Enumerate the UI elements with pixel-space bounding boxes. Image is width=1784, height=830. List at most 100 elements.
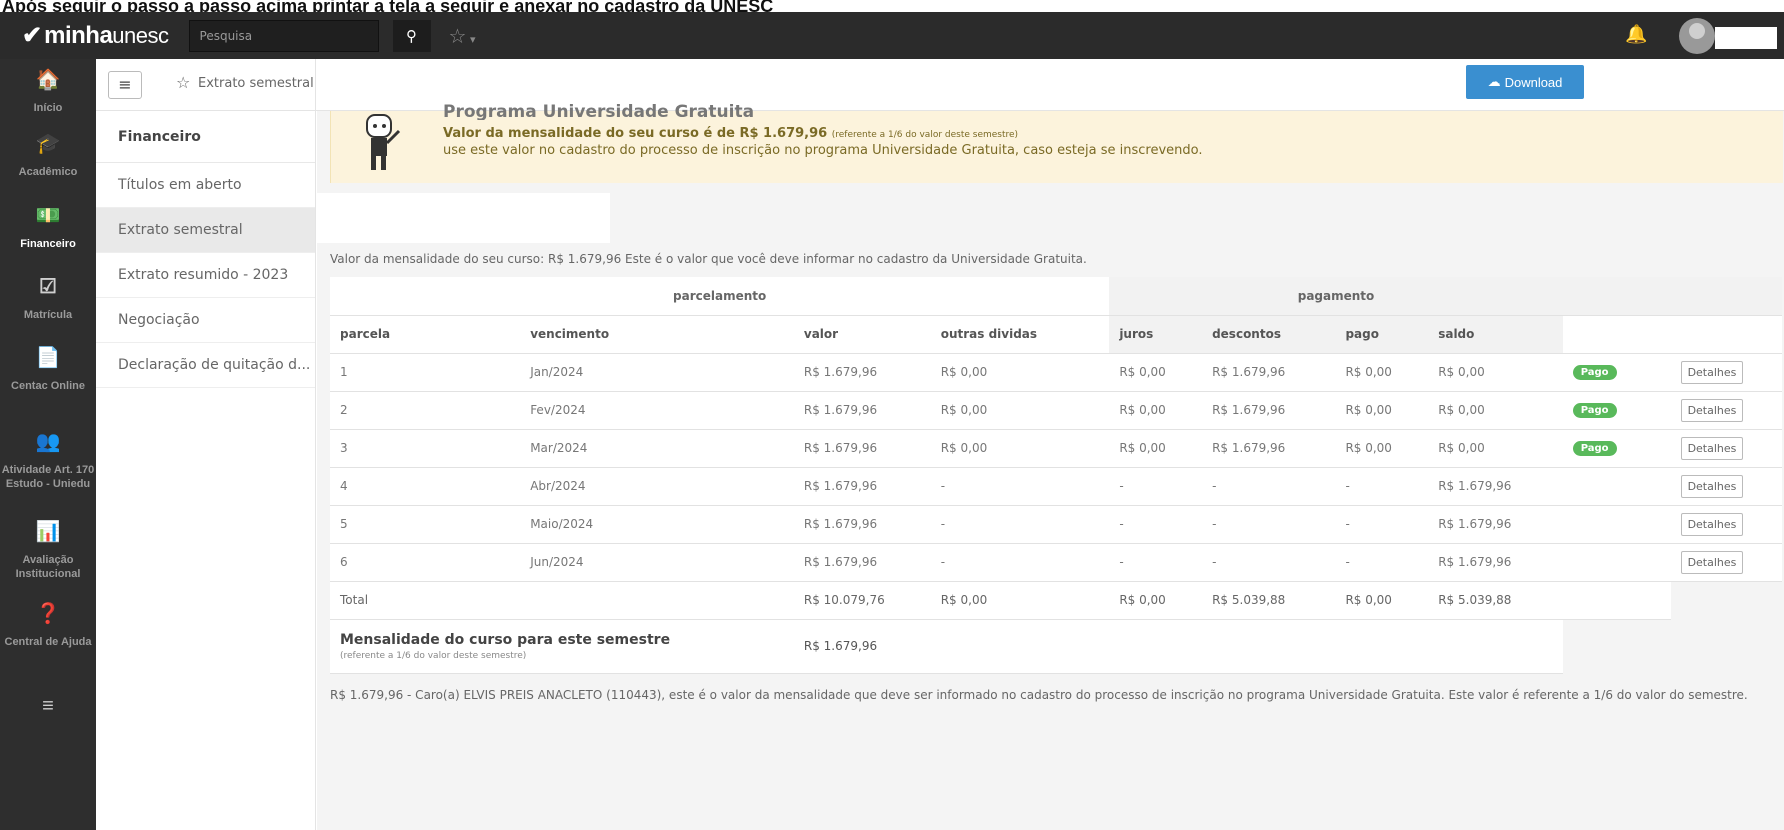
cell-pago: - — [1335, 505, 1429, 544]
table-row: 3 Mar/2024 R$ 1.679,96 R$ 0,00 R$ 0,00 R$ 1.6… — [330, 429, 1782, 468]
cell-status — [1562, 543, 1671, 582]
mensalidade-empty-cell — [1670, 619, 1782, 673]
table-row: 1 Jan/2024 R$ 1.679,96 R$ 0,00 R$ 0,00 R$ 1.6… — [330, 353, 1782, 392]
nav-item-label: Avaliação Institucional — [15, 554, 81, 580]
mensalidade-label: Mensalidade do curso para este semestre — [340, 631, 671, 648]
column-header: pago — [1335, 315, 1429, 354]
mensalidade-empty-cell — [1562, 619, 1671, 673]
search-button[interactable]: ⚲ — [392, 19, 431, 52]
total-cell: R$ 0,00 — [1335, 581, 1429, 620]
search-icon: ⚲ — [406, 26, 418, 45]
status-badge: Pago — [1572, 365, 1617, 380]
cell-pago: - — [1335, 543, 1429, 582]
favorites-dropdown[interactable]: ☆ ▾ — [449, 24, 476, 48]
total-cell: R$ 0,00 — [1109, 581, 1203, 620]
table-row: 4 Abr/2024 R$ 1.679,96- - - - R$ 1.679,96 Detal… — [330, 467, 1782, 506]
column-header: vencimento — [520, 315, 794, 354]
logo-rest-text: unesc — [112, 22, 169, 48]
question-icon: ❓ — [35, 603, 61, 625]
cell-descontos: - — [1202, 543, 1336, 582]
column-header-empty — [1670, 315, 1782, 354]
cell-juros: R$ 0,00 — [1109, 391, 1203, 430]
group-spacer — [1670, 277, 1782, 316]
status-badge: Pago — [1572, 441, 1617, 456]
mascot-icon — [366, 114, 401, 170]
cell-action: Detalhes — [1670, 429, 1782, 468]
cell-status: Pago — [1562, 429, 1671, 468]
info-line: Valor da mensalidade do seu curso: R$ 1.… — [330, 252, 1087, 266]
left-nav: 🏠 Início 🎓 Acadêmico 💵 Financeiro ☑ Matrícula 📄 C… — [0, 59, 96, 830]
nav-item-label: Atividade Art. 170 Estudo - Uniedu — [1, 464, 95, 490]
submenu-item[interactable]: Declaração de quitação d... — [96, 343, 315, 388]
cell-parcela: 5 — [330, 505, 521, 544]
detalhes-button[interactable]: Detalhes — [1680, 436, 1744, 460]
cell-parcela: 1 — [330, 353, 521, 392]
banner-value-note: (referente a 1/6 do valor deste semestre… — [831, 130, 1019, 140]
cell-valor: R$ 1.679,96 — [793, 467, 931, 506]
total-row: Total R$ 10.079,76 R$ 0,00 R$ 0,00 R$ 5.039,… — [330, 581, 1782, 620]
banner-instruction: use este valor no cadastro do processo d… — [443, 143, 1203, 158]
column-header: descontos — [1202, 315, 1336, 354]
download-button[interactable]: ☁ Download — [1466, 65, 1584, 99]
mensalidade-note: (referente a 1/6 do valor deste semestre… — [340, 650, 527, 661]
nav-item-central[interactable]: ❓ Central de Ajuda — [0, 603, 96, 649]
banner-title: Programa Universidade Gratuita — [443, 102, 755, 120]
notification-bell-icon[interactable]: 🔔 — [1625, 24, 1647, 45]
submenu-item[interactable]: Extrato resumido - 2023 — [96, 253, 315, 298]
detalhes-button[interactable]: Detalhes — [1680, 398, 1744, 422]
blank-panel — [317, 193, 610, 243]
hamburger-button[interactable]: ≡ — [108, 70, 142, 99]
submenu-item[interactable]: Negociação — [96, 298, 315, 343]
cell-status: Pago — [1562, 353, 1671, 392]
money-icon: 💵 — [35, 205, 61, 227]
user-name-box[interactable] — [1715, 27, 1777, 49]
nav-item-label: Início — [33, 102, 63, 114]
nav-item-financeiro[interactable]: 💵 Financeiro — [0, 205, 96, 251]
nav-item-atividade[interactable]: 👥 Atividade Art. 170 Estudo - Uniedu — [0, 431, 96, 491]
users-icon: 👥 — [35, 431, 61, 453]
detalhes-button[interactable]: Detalhes — [1680, 550, 1744, 574]
search-input[interactable]: Pesquisa — [188, 19, 379, 52]
nav-item-academico[interactable]: 🎓 Acadêmico — [0, 134, 96, 179]
submenu-item[interactable]: Extrato semestral — [96, 208, 315, 253]
total-cell — [1670, 581, 1782, 619]
mensalidade-empty-cell — [1428, 619, 1563, 674]
nav-item-label: Acadêmico — [18, 166, 78, 178]
table-header-row: parcela vencimento valor outras dividas juro… — [330, 315, 1782, 354]
cell-valor: R$ 1.679,96 — [793, 505, 931, 544]
cell-vencimento: Jan/2024 — [520, 353, 794, 392]
avatar[interactable] — [1679, 18, 1715, 54]
total-cell: R$ 0,00 — [930, 581, 1110, 620]
nav-item-avaliacao[interactable]: 📊 Avaliação Institucional — [0, 522, 96, 581]
star-icon[interactable]: ☆ — [176, 73, 190, 92]
column-header: outras dividas — [930, 315, 1110, 354]
column-header: saldo — [1428, 315, 1563, 354]
nav-item-matricula[interactable]: ☑ Matrícula — [0, 277, 96, 322]
cell-saldo: R$ 1.679,96 — [1428, 543, 1563, 582]
table-row: 6 Jun/2024 R$ 1.679,96- - - - R$ 1.679,96 Detal… — [330, 543, 1782, 582]
cell-parcela: 3 — [330, 429, 521, 468]
nav-item-label: Central de Ajuda — [4, 636, 92, 648]
cell-descontos: R$ 1.679,96 — [1202, 353, 1336, 392]
detalhes-button[interactable]: Detalhes — [1680, 474, 1744, 498]
app-logo[interactable]: ✔ minha unesc — [22, 21, 169, 50]
submenu-item[interactable]: Títulos em aberto — [96, 163, 315, 208]
cell-vencimento: Abr/2024 — [520, 467, 794, 506]
cell-juros: - — [1109, 505, 1203, 544]
cell-status — [1562, 467, 1671, 506]
download-label: Download — [1504, 74, 1563, 90]
nav-item-centac[interactable]: 📄 Centac Online — [0, 348, 96, 393]
cell-valor: R$ 1.679,96 — [793, 543, 931, 582]
banner-value-line: Valor da mensalidade do seu curso é de R… — [443, 126, 1018, 141]
nav-item-menu[interactable]: ≡ — [0, 696, 96, 727]
cell-parcela: 2 — [330, 391, 521, 430]
cell-vencimento: Maio/2024 — [520, 505, 794, 544]
detalhes-button[interactable]: Detalhes — [1680, 360, 1744, 384]
cell-pago: - — [1335, 467, 1429, 506]
total-cell: R$ 5.039,88 — [1202, 581, 1336, 620]
financeiro-submenu: ≡ Financeiro Títulos em aberto Extrato se… — [96, 59, 316, 830]
cell-descontos: R$ 1.679,96 — [1202, 429, 1336, 468]
breadcrumb-current: Extrato semestral — [198, 76, 314, 91]
nav-item-inicio[interactable]: 🏠 Início — [0, 70, 96, 115]
detalhes-button[interactable]: Detalhes — [1680, 512, 1744, 536]
